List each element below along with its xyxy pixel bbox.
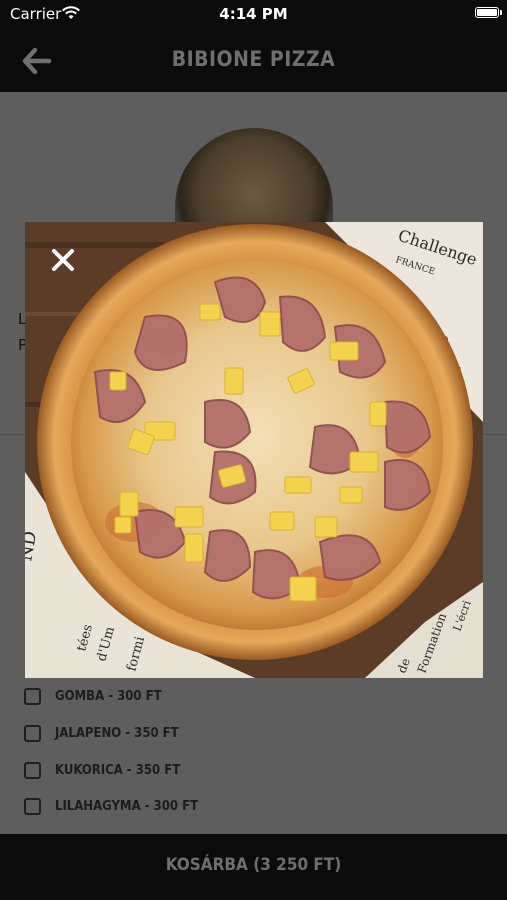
option-lilahagyma[interactable]: LILAHAGYMA - 300 FT <box>24 795 198 817</box>
option-kukorica[interactable]: KUKORICA - 350 FT <box>24 759 180 781</box>
add-to-cart-bar[interactable]: KOSÁRBA (3 250 FT) <box>0 834 507 900</box>
option-gomba[interactable]: GOMBA - 300 FT <box>24 685 162 707</box>
option-label: LILAHAGYMA - 300 FT <box>55 798 199 814</box>
option-jalapeno[interactable]: JALAPENO - 350 FT <box>24 722 179 744</box>
checkbox[interactable] <box>24 797 41 815</box>
close-icon[interactable] <box>51 248 75 272</box>
checkbox[interactable] <box>24 724 41 742</box>
option-label: GOMBA - 300 FT <box>55 688 162 704</box>
option-label: KUKORICA - 350 FT <box>55 762 181 778</box>
add-to-cart-button[interactable]: KOSÁRBA (3 250 FT) <box>0 855 507 875</box>
pizza-photo: Challenge FRANCE ormat ND tées d'Um form… <box>25 222 483 678</box>
image-modal: Challenge FRANCE ormat ND tées d'Um form… <box>25 222 483 678</box>
clock: 4:14 PM <box>219 5 288 23</box>
navigation-bar: BIBIONE PIZZA <box>0 28 507 92</box>
status-bar: Carrier 4:14 PM <box>0 0 507 28</box>
battery-icon <box>475 7 502 18</box>
page-title: BIBIONE PIZZA <box>171 47 336 71</box>
checkbox[interactable] <box>24 687 41 705</box>
option-label: JALAPENO - 350 FT <box>55 725 179 741</box>
checkbox[interactable] <box>24 761 41 779</box>
